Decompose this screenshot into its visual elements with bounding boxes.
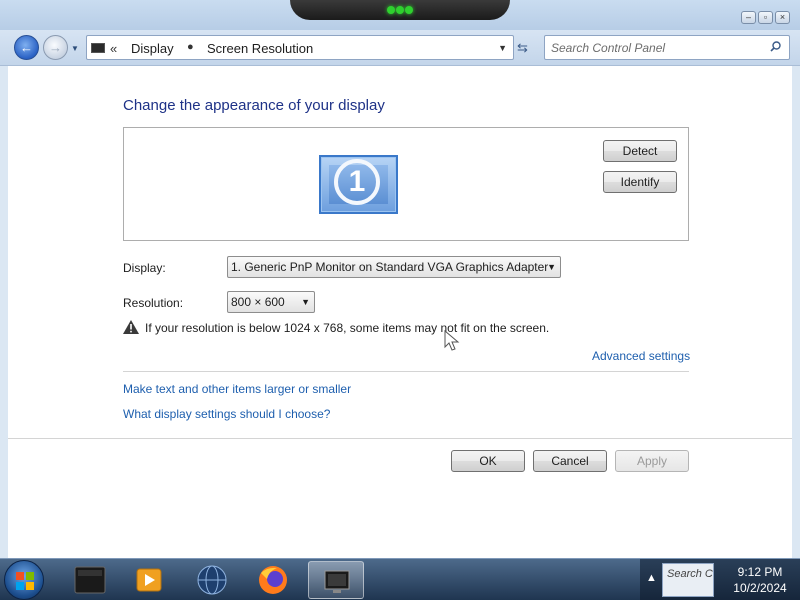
breadcrumb-chevron-icon[interactable]: «	[110, 41, 117, 56]
taskbar-app-media-player[interactable]	[121, 561, 177, 599]
terminal-icon	[74, 566, 106, 594]
warning-text: If your resolution is below 1024 x 768, …	[145, 321, 550, 335]
resolution-label: Resolution:	[123, 296, 184, 310]
windows-logo-icon	[16, 572, 34, 590]
display-icon	[91, 43, 105, 53]
page-title: Change the appearance of your display	[123, 97, 385, 114]
start-button[interactable]	[4, 560, 44, 600]
forward-button[interactable]: →	[43, 35, 68, 60]
taskbar-app-terminal[interactable]	[62, 561, 118, 599]
indicator-light	[387, 6, 395, 14]
window-titlebar: – ▫ ×	[0, 0, 800, 30]
mouse-cursor-icon	[444, 330, 460, 351]
content-pane: Change the appearance of your display 1 …	[8, 66, 792, 558]
back-button[interactable]: ←	[14, 35, 39, 60]
clock-time[interactable]: 9:12 PM	[720, 565, 800, 579]
resolution-select[interactable]: 800 × 600 ▼	[227, 291, 315, 313]
cancel-button[interactable]: Cancel	[533, 450, 607, 472]
display-select[interactable]: 1. Generic PnP Monitor on Standard VGA G…	[227, 256, 561, 278]
display-label: Display:	[123, 261, 166, 275]
back-arrow-icon: ←	[20, 40, 33, 55]
chevron-down-icon: ▼	[547, 262, 556, 272]
navigation-bar: ← → ▼ « Display ● Screen Resolution ▼ ⇆	[0, 30, 800, 66]
minimize-button[interactable]: –	[741, 11, 756, 24]
address-dropdown-icon[interactable]: ▼	[498, 43, 507, 53]
display-preview: 1 Detect Identify	[123, 127, 689, 241]
tray-window-preview[interactable]: Search Co	[662, 563, 714, 597]
clock-date[interactable]: 10/2/2024	[720, 581, 800, 595]
maximize-button[interactable]: ▫	[758, 11, 773, 24]
warning-icon	[123, 320, 139, 334]
close-button[interactable]: ×	[775, 11, 790, 24]
display-help-link[interactable]: What display settings should I choose?	[123, 407, 330, 421]
show-hidden-icons-icon[interactable]: ▲	[646, 572, 657, 584]
forward-arrow-icon: →	[49, 40, 62, 55]
chevron-down-icon: ▼	[301, 297, 310, 307]
identify-button[interactable]: Identify	[603, 171, 677, 193]
search-box[interactable]	[544, 35, 790, 60]
refresh-icon[interactable]: ⇆	[517, 40, 528, 56]
recent-pages-dropdown-icon[interactable]: ▼	[71, 44, 79, 53]
indicator-light	[405, 6, 413, 14]
detect-button[interactable]: Detect	[603, 140, 677, 162]
advanced-settings-link[interactable]: Advanced settings	[592, 349, 690, 363]
display-select-value: 1. Generic PnP Monitor on Standard VGA G…	[231, 260, 549, 274]
breadcrumb-display[interactable]: Display	[131, 41, 174, 56]
footer-divider	[8, 438, 792, 439]
text-size-link[interactable]: Make text and other items larger or smal…	[123, 382, 351, 396]
search-icon[interactable]	[770, 41, 781, 52]
resolution-select-value: 800 × 600	[231, 295, 285, 309]
breadcrumb-separator-icon[interactable]: ●	[187, 41, 194, 53]
firefox-icon	[259, 566, 287, 594]
divider	[123, 371, 689, 372]
titlebar-notch	[290, 0, 510, 20]
display-settings-icon	[324, 570, 350, 593]
taskbar-app-browser[interactable]	[184, 561, 240, 599]
taskbar-app-display-settings[interactable]	[308, 561, 364, 599]
ok-button[interactable]: OK	[451, 450, 525, 472]
monitor-1-icon[interactable]: 1	[319, 155, 398, 214]
monitor-number: 1	[334, 159, 380, 205]
address-bar[interactable]: « Display ● Screen Resolution ▼	[86, 35, 514, 60]
media-player-icon	[136, 568, 162, 592]
globe-icon	[197, 565, 227, 595]
apply-button[interactable]: Apply	[615, 450, 689, 472]
tray-preview-text: Search Co	[667, 568, 714, 580]
taskbar-app-firefox[interactable]	[245, 561, 301, 599]
search-input[interactable]	[551, 39, 756, 57]
taskbar: ▲ Search Co 9:12 PM 10/2/2024	[0, 558, 800, 600]
indicator-light	[396, 6, 404, 14]
system-tray: ▲ Search Co 9:12 PM 10/2/2024	[640, 559, 800, 600]
breadcrumb-screen-resolution[interactable]: Screen Resolution	[207, 41, 313, 56]
